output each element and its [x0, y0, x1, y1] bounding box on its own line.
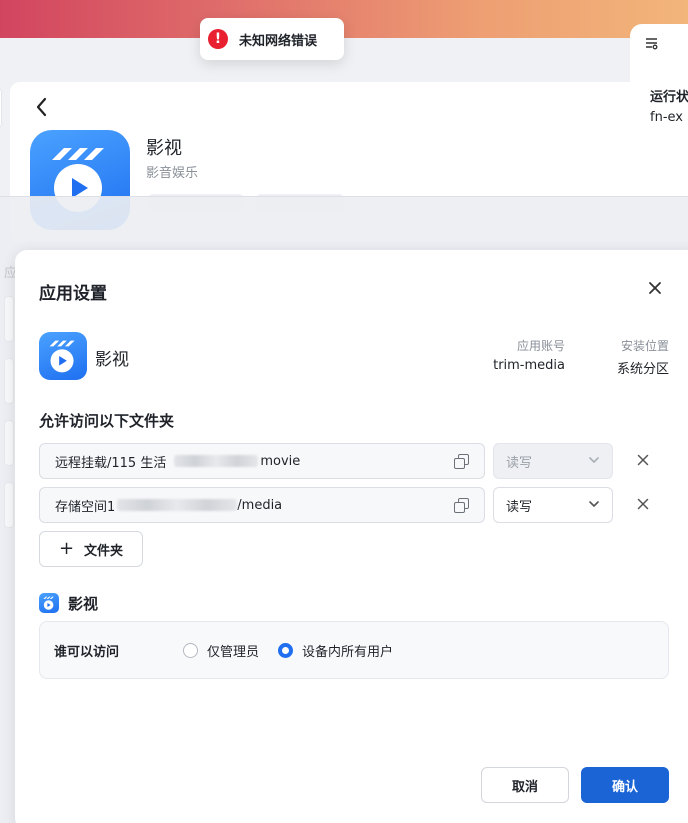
- close-icon: [637, 498, 649, 510]
- divider: [0, 196, 688, 197]
- chevron-left-icon: [36, 97, 47, 117]
- filter-button[interactable]: [644, 36, 672, 58]
- remove-folder-button[interactable]: [635, 497, 651, 513]
- folder-path-field[interactable]: 远程挂载/115 生活 movie: [39, 443, 485, 479]
- remove-folder-button[interactable]: [635, 453, 651, 469]
- radio-all-users[interactable]: 设备内所有用户: [278, 641, 393, 660]
- access-section-title: 影视: [68, 595, 99, 613]
- back-button[interactable]: [34, 96, 54, 120]
- permission-value: 读写: [506, 455, 533, 471]
- cancel-button[interactable]: 取消: [481, 767, 569, 803]
- copy-icon[interactable]: [454, 498, 469, 513]
- close-icon: [649, 282, 661, 294]
- install-location-label: 安装位置: [620, 339, 669, 353]
- copy-icon[interactable]: [454, 454, 469, 469]
- folder-path-prefix: 存储空间1: [55, 499, 116, 515]
- account-value: trim-media: [493, 358, 565, 373]
- background-list-item: [4, 296, 14, 342]
- app-logo-small: [39, 593, 59, 613]
- radio-checked-icon: [278, 643, 293, 658]
- add-folder-label: 文件夹: [84, 543, 124, 559]
- radio-unchecked-icon: [183, 643, 198, 658]
- status-panel-item: fn-ex: [650, 110, 683, 125]
- install-location-value: 系统分区: [616, 362, 669, 377]
- background-list-item: [4, 358, 14, 404]
- radio-admin-only[interactable]: 仅管理员: [183, 641, 259, 660]
- app-name: 影视: [95, 350, 129, 370]
- header-gradient-bar: [0, 0, 688, 38]
- radio-label: 设备内所有用户: [302, 645, 394, 660]
- filter-icon: [646, 38, 658, 50]
- background-app-name: 影视: [146, 138, 182, 159]
- toast-message: 未知网络错误: [239, 33, 318, 49]
- radio-label: 仅管理员: [207, 645, 260, 660]
- plus-icon: +: [58, 538, 75, 559]
- status-panel-title: 运行状: [650, 90, 688, 105]
- add-folder-button[interactable]: + 文件夹: [39, 531, 143, 567]
- folder-path-suffix: /media: [237, 497, 283, 513]
- error-toast: ! 未知网络错误: [200, 18, 344, 60]
- confirm-button[interactable]: 确认: [581, 767, 669, 803]
- app-settings-dialog: 应用设置 影视 应用账号 trim-media 安装位置 系统分区 允许访问以下…: [15, 250, 688, 823]
- redacted-path: [117, 499, 238, 511]
- access-label: 谁可以访问: [54, 645, 120, 660]
- permission-select[interactable]: 读写: [493, 443, 613, 479]
- background-list-item: [4, 420, 14, 466]
- close-icon: [637, 454, 649, 466]
- background-app-category: 影音娱乐: [146, 166, 199, 181]
- folder-path-suffix: movie: [260, 453, 301, 469]
- folders-section-title: 允许访问以下文件夹: [39, 412, 175, 430]
- redacted-path: [174, 455, 259, 467]
- chevron-down-icon: [588, 454, 600, 466]
- error-icon: !: [208, 29, 228, 49]
- account-label: 应用账号: [516, 339, 565, 353]
- background-list-item: [4, 482, 14, 528]
- folder-path-field[interactable]: 存储空间1 /media: [39, 487, 485, 523]
- chevron-down-icon: [588, 498, 600, 510]
- app-logo: [39, 332, 87, 380]
- folder-path-prefix: 远程挂载/115 生活: [55, 455, 167, 471]
- permission-value: 读写: [506, 499, 533, 515]
- access-settings-box: 谁可以访问 仅管理员 设备内所有用户: [39, 621, 669, 679]
- close-button[interactable]: [645, 278, 665, 298]
- dialog-title: 应用设置: [39, 284, 107, 304]
- background-left-panel: [0, 88, 2, 128]
- permission-select[interactable]: 读写: [493, 487, 613, 523]
